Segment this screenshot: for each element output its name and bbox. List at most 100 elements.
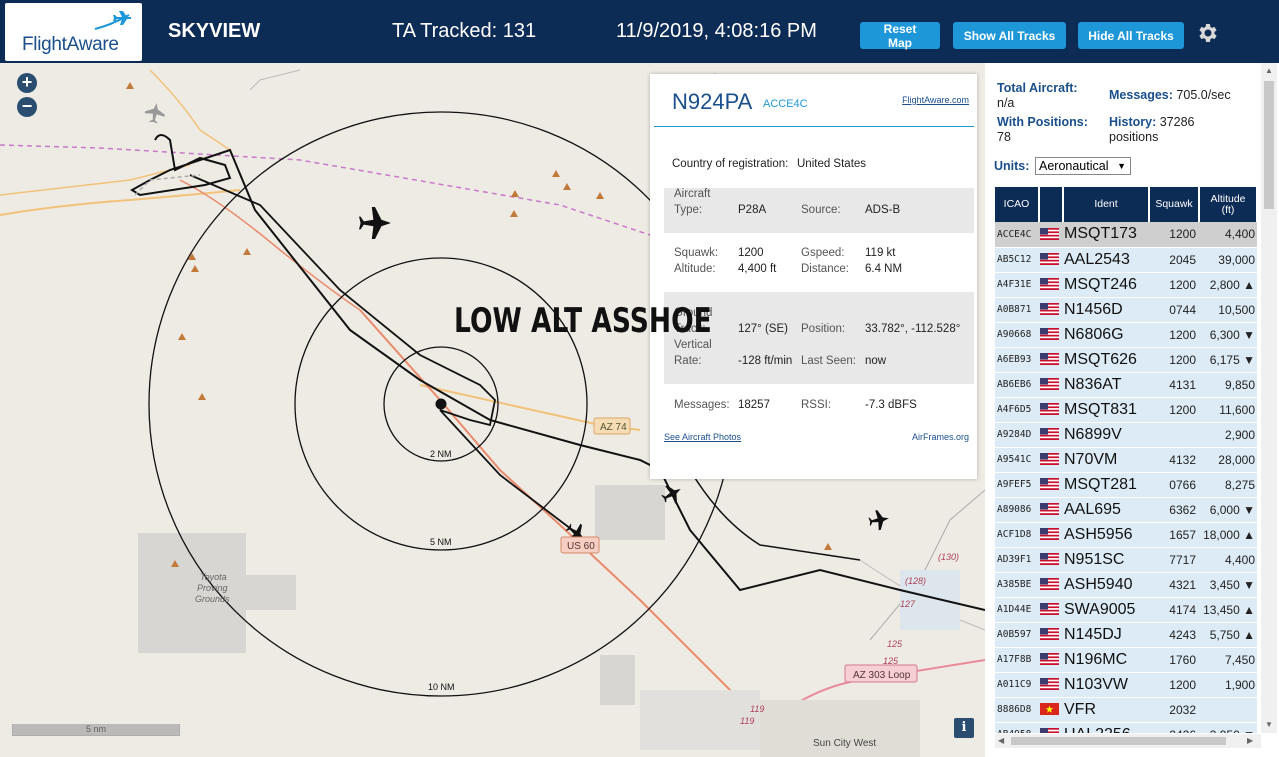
popup-ident: N924PA	[672, 89, 753, 114]
cell-icao: A90668	[995, 322, 1039, 348]
cell-squawk: 4132	[1149, 447, 1199, 473]
table-row[interactable]: A385BE ASH5940 4321 3,450 ▼	[995, 572, 1257, 598]
cell-ident: N6806G	[1063, 322, 1149, 348]
flag-us-icon	[1039, 597, 1063, 623]
col-header-squawk[interactable]: Squawk	[1149, 187, 1200, 222]
source-label: Source:	[801, 204, 841, 216]
table-row[interactable]: AB4958 UAL225624263,950 ▼	[995, 722, 1257, 733]
airframes-link[interactable]: AirFrames.org	[912, 432, 969, 442]
map-view[interactable]: 2 NM 5 NM 10 NM AZ 74 US 60 AZ 303 Loop …	[0, 63, 985, 757]
show-all-tracks-button[interactable]: Show All Tracks	[953, 22, 1066, 49]
cell-squawk: 1760	[1149, 647, 1199, 673]
flag-us-icon	[1039, 547, 1063, 573]
cell-ident: MSQT281	[1063, 472, 1149, 498]
road-az303: AZ 303 Loop	[853, 670, 911, 681]
col-header-icao[interactable]: ICAO	[995, 187, 1040, 222]
table-row[interactable]: A89086 AAL695 6362 6,000 ▼	[995, 497, 1257, 523]
vertical-scrollbar[interactable]: ▲ ▼	[1261, 63, 1277, 733]
reset-map-button[interactable]: Reset Map	[860, 22, 940, 50]
table-row[interactable]: A0B597 N145DJ 4243 5,750 ▲	[995, 622, 1257, 648]
dropdown-arrow-icon: ▼	[1117, 161, 1126, 171]
flag-us-icon	[1039, 322, 1063, 348]
flag-us-icon	[1039, 522, 1063, 548]
total-aircraft-label: Total Aircraft:	[997, 81, 1078, 95]
gear-icon[interactable]	[1195, 21, 1219, 45]
road-125b: 125	[883, 656, 899, 666]
aircraft-table-container[interactable]: ICAO Ident Squawk Altitude (ft) ACCE4C MSQ…	[995, 187, 1257, 733]
zoom-out-button[interactable]: −	[17, 97, 37, 117]
cell-altitude: 18,000 ▲	[1199, 522, 1257, 548]
history-count: History: 37286	[1109, 115, 1195, 129]
zoom-in-button[interactable]: +	[17, 73, 37, 93]
hide-all-tracks-button[interactable]: Hide All Tracks	[1078, 22, 1184, 49]
cell-icao: A4F6D5	[995, 397, 1039, 423]
scroll-left-icon[interactable]: ◀	[998, 736, 1004, 745]
skyview-app: FlightAware SKYVIEW TA Tracked: 131 11/9…	[0, 0, 1279, 757]
table-header-row: ICAO Ident Squawk Altitude (ft)	[995, 187, 1257, 222]
col-header-altitude[interactable]: Altitude (ft)	[1199, 187, 1257, 222]
table-row[interactable]: A9541C N70VM 4132 28,000	[995, 447, 1257, 473]
history-unit: positions	[1109, 130, 1159, 144]
sidebar-panel: Total Aircraft: n/a Messages: 705.0/sec …	[985, 63, 1279, 757]
table-row[interactable]: ACF1D8 ASH5956 1657 18,000 ▲	[995, 522, 1257, 548]
horizontal-scroll-thumb[interactable]	[1011, 737, 1226, 745]
scale-bar: 5 nm	[12, 724, 180, 736]
cell-icao: AD39F1	[995, 547, 1039, 573]
table-row[interactable]: A9FEF5 MSQT281 0766 8,275	[995, 472, 1257, 498]
cell-squawk: 4243	[1149, 622, 1199, 648]
table-row[interactable]: A6EB93 MSQT626 1200 6,175 ▼	[995, 347, 1257, 373]
table-row[interactable]: A90668 N6806G 1200 6,300 ▼	[995, 322, 1257, 348]
col-header-ident[interactable]: Ident	[1063, 187, 1150, 222]
flag-us-icon	[1039, 372, 1063, 398]
vertical-scroll-thumb[interactable]	[1264, 81, 1274, 209]
horizontal-scrollbar[interactable]: ◀ ▶	[995, 734, 1261, 748]
table-row[interactable]: A1D44E SWA9005 4174 13,450 ▲	[995, 597, 1257, 623]
table-row[interactable]: AB6EB6 N836AT 4131 9,850	[995, 372, 1257, 398]
cell-ident: ASH5940	[1063, 572, 1149, 598]
cell-ident: MSQT173	[1063, 222, 1149, 248]
table-row[interactable]: A9284D N6899V 2,900	[995, 422, 1257, 448]
scroll-right-icon[interactable]: ▶	[1247, 736, 1253, 745]
cell-altitude: 9,850	[1199, 372, 1257, 398]
cell-squawk: 0766	[1149, 472, 1199, 498]
table-row[interactable]: AB5C12 AAL2543 2045 39,000	[995, 247, 1257, 273]
cell-squawk: 6362	[1149, 497, 1199, 523]
units-select[interactable]: Aeronautical ▼	[1035, 157, 1131, 175]
table-row[interactable]: A4F6D5 MSQT831 1200 11,600	[995, 397, 1257, 423]
cell-squawk: 7717	[1149, 547, 1199, 573]
table-row[interactable]: A011C9 N103VW 1200 1,900	[995, 672, 1257, 698]
road-119b: 119	[740, 716, 754, 726]
last-seen-value: now	[865, 355, 887, 367]
col-header-flag[interactable]	[1039, 187, 1064, 222]
scroll-down-icon[interactable]: ▼	[1265, 720, 1273, 729]
cell-altitude: 3,450 ▼	[1199, 572, 1257, 598]
cell-icao: A1D44E	[995, 597, 1039, 623]
cell-ident: N6899V	[1063, 422, 1149, 448]
altitude-label: Altitude:	[674, 263, 716, 275]
info-button[interactable]: i	[954, 718, 974, 738]
cell-altitude: 6,175 ▼	[1199, 347, 1257, 373]
table-row[interactable]: AD39F1 N951SC 7717 4,400	[995, 547, 1257, 573]
cell-squawk	[1149, 422, 1199, 448]
cell-squawk: 0744	[1149, 297, 1199, 323]
flightaware-link[interactable]: FlightAware.com	[902, 95, 969, 105]
units-label: Units:	[994, 159, 1030, 173]
table-row[interactable]: A4F31E MSQT246 1200 2,800 ▲	[995, 272, 1257, 298]
scroll-up-icon[interactable]: ▲	[1265, 66, 1273, 75]
cell-icao: A4F31E	[995, 272, 1039, 298]
flag-us-icon	[1039, 497, 1063, 523]
cell-altitude: 10,500	[1199, 297, 1257, 323]
flag-us-icon	[1039, 222, 1063, 248]
table-row[interactable]: A0B871 N1456D 0744 10,500	[995, 297, 1257, 323]
aircraft-photos-link[interactable]: See Aircraft Photos	[664, 432, 741, 442]
cell-icao: A011C9	[995, 672, 1039, 698]
table-row[interactable]: 8886D8 VFR 2032	[995, 697, 1257, 723]
cell-altitude: 7,450	[1199, 647, 1257, 673]
rssi-label: RSSI:	[801, 399, 832, 411]
flightaware-logo[interactable]: FlightAware	[5, 3, 142, 61]
road-us60: US 60	[567, 541, 595, 552]
table-row[interactable]: A17F8B N196MC 1760 7,450	[995, 647, 1257, 673]
aircraft-table: ICAO Ident Squawk Altitude (ft) ACCE4C MSQ…	[995, 187, 1257, 733]
cell-ident: N1456D	[1063, 297, 1149, 323]
table-row[interactable]: ACCE4C MSQT173 1200 4,400	[995, 222, 1257, 248]
